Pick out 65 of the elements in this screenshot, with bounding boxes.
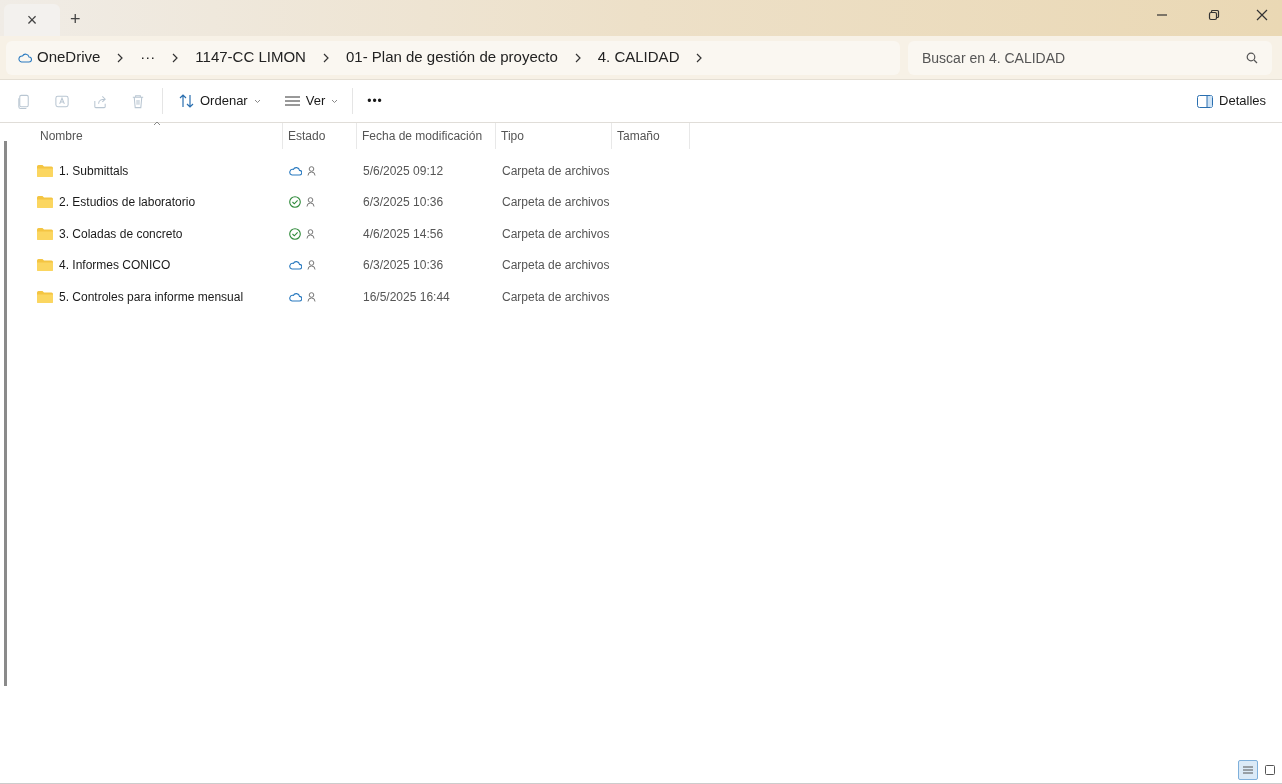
search-field[interactable]: Buscar en 4. CALIDAD — [908, 40, 1272, 75]
date-cell: 16/5/2025 16:44 — [363, 289, 450, 304]
folder-icon — [37, 259, 53, 272]
sort-button[interactable]: Ordenar — [179, 91, 261, 111]
search-icon — [1246, 51, 1258, 64]
person-icon — [306, 228, 315, 239]
column-header[interactable]: Nombre — [40, 127, 83, 145]
column-header[interactable]: Estado — [288, 127, 326, 145]
close-icon[interactable] — [1256, 9, 1268, 21]
breadcrumb-item[interactable]: ··· — [140, 46, 156, 69]
file-name[interactable]: 3. Coladas de concreto — [59, 224, 183, 243]
lines-icon — [1243, 765, 1253, 774]
person-icon — [307, 260, 316, 271]
caret-icon — [253, 98, 261, 104]
file-name[interactable]: 5. Controles para informe mensual — [59, 287, 244, 306]
file-name[interactable]: 1. Submittals — [59, 161, 129, 180]
more-button[interactable]: ••• — [367, 92, 383, 110]
date-cell: 6/3/2025 10:36 — [363, 195, 444, 210]
person-icon — [307, 291, 316, 302]
details-pane-icon — [1197, 94, 1214, 108]
type-cell: Carpeta de archivos — [502, 289, 610, 304]
address-bar[interactable]: OneDrive ··· 1147-CC LIMON 01- Plan de gestión de proyecto 4. CALIDAD — [6, 40, 900, 75]
breadcrumb-item[interactable]: 01- Plan de gestión de proyecto — [345, 46, 558, 69]
chevron-icon — [116, 52, 125, 63]
breadcrumb-item[interactable]: 1147-CC LIMON — [195, 46, 306, 69]
lines-icon — [284, 96, 300, 106]
check-circle-icon — [289, 227, 301, 240]
file-name[interactable]: 2. Estudios de laboratorio — [59, 193, 196, 212]
details-button[interactable]: Detalles — [1197, 91, 1266, 111]
new-tab-button[interactable]: + — [70, 10, 81, 28]
folder-icon — [37, 164, 53, 177]
file-name[interactable]: 4. Informes CONICO — [59, 256, 171, 275]
restore-icon[interactable] — [1208, 9, 1220, 21]
folder-icon — [37, 290, 53, 303]
folder-icon — [37, 196, 53, 209]
type-cell: Carpeta de archivos — [502, 195, 610, 210]
sort-icon — [179, 94, 194, 108]
date-cell: 6/3/2025 10:36 — [363, 258, 444, 273]
person-icon — [307, 165, 316, 176]
type-cell: Carpeta de archivos — [502, 163, 610, 178]
date-cell: 5/6/2025 09:12 — [363, 163, 444, 178]
breadcrumb-item[interactable]: 4. CALIDAD — [597, 46, 680, 69]
chevron-icon — [171, 52, 180, 63]
date-cell: 4/6/2025 14:56 — [363, 226, 444, 241]
cloud-icon — [18, 52, 32, 63]
folder-icon — [37, 227, 53, 240]
person-icon — [306, 197, 315, 208]
check-circle-icon — [289, 196, 301, 209]
cloud-icon — [289, 291, 302, 302]
column-header[interactable]: Fecha de modificación — [362, 127, 483, 145]
chevron-icon — [573, 52, 582, 63]
caret-icon — [331, 98, 339, 104]
chevron-icon — [321, 52, 330, 63]
view-button[interactable]: Ver — [284, 91, 339, 111]
tab[interactable]: × — [4, 4, 60, 36]
cloud-icon — [289, 165, 302, 176]
square-icon — [1265, 764, 1275, 775]
type-cell: Carpeta de archivos — [502, 226, 610, 241]
type-cell: Carpeta de archivos — [502, 258, 610, 273]
chevron-icon — [695, 52, 704, 63]
column-header[interactable]: Tamaño — [617, 127, 660, 145]
column-header[interactable]: Tipo — [501, 127, 524, 145]
close-tab-button[interactable]: × — [26, 11, 38, 29]
breadcrumb-item[interactable]: OneDrive — [37, 46, 101, 69]
cloud-icon — [289, 260, 302, 271]
